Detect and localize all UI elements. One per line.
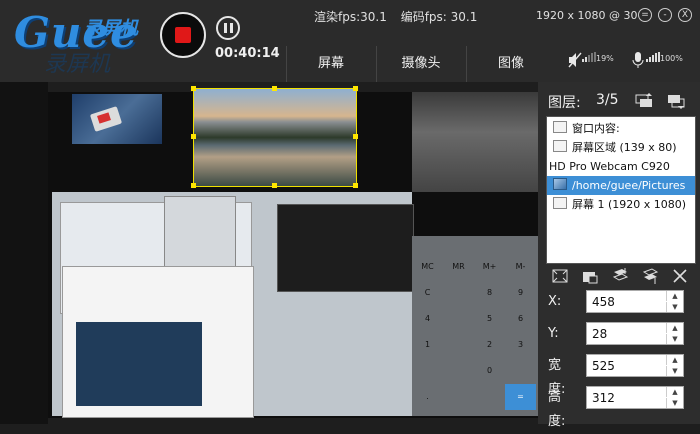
captured-video-thumbnail	[76, 322, 202, 406]
lock-layer-icon[interactable]	[580, 266, 600, 286]
chevron-up-icon[interactable]: ▲	[666, 387, 683, 397]
layer-item[interactable]: HD Pro Webcam C920	[547, 157, 695, 176]
resize-handle[interactable]	[353, 134, 358, 139]
fps-status: 渲染fps:30.1 编码fps: 30.1	[314, 8, 487, 25]
calc-key: M+	[482, 262, 497, 271]
layers-label: 图层:	[548, 95, 581, 111]
bring-to-front-icon[interactable]	[610, 266, 630, 286]
top-bar: Guee 录屏机 录屏机 00:40:14 渲染fps:30.1 编码fps: …	[0, 0, 700, 82]
layer-list[interactable]: 窗口内容: 屏幕区域 (139 x 80) HD Pro Webcam C920…	[546, 116, 696, 264]
layer-panel: 图层: 3/5 窗口内容: 屏幕区域 (139 x 80) HD Pro Web…	[538, 82, 700, 429]
calc-key: 5	[486, 314, 493, 323]
screen-capture-layer[interactable]	[52, 192, 414, 418]
layer-label: /home/guee/Pictures	[572, 179, 686, 192]
layer-move-up-icon[interactable]	[634, 92, 654, 110]
calc-key: 4	[424, 314, 431, 323]
calculator-layer: MC MR M+ M- C 8 9 5 6 4 1 2 3 0 . =	[412, 236, 538, 416]
chevron-up-icon[interactable]: ▲	[666, 291, 683, 301]
calc-key: 0	[486, 366, 493, 375]
window-icon	[553, 121, 567, 133]
fullscreen-icon[interactable]	[550, 266, 570, 286]
layer-item[interactable]: 窗口内容:	[547, 119, 695, 138]
width-input[interactable]	[587, 355, 677, 376]
screen-region-layer[interactable]	[72, 94, 162, 144]
output-resolution: 1920 x 1080 @ 30	[536, 9, 638, 22]
chevron-down-icon[interactable]: ▼	[666, 366, 683, 376]
logo-subtitle: 录屏机	[84, 18, 138, 39]
height-label: 高度:	[548, 390, 566, 429]
height-input[interactable]	[587, 387, 677, 408]
layer-label: HD Pro Webcam C920	[549, 160, 670, 173]
stop-icon	[175, 27, 191, 43]
width-spinbox[interactable]: ▲ ▼	[586, 354, 684, 377]
image-icon	[553, 178, 567, 190]
calc-key: 6	[517, 314, 524, 323]
resize-handle[interactable]	[353, 183, 358, 188]
x-spinbox[interactable]: ▲ ▼	[586, 290, 684, 313]
resize-handle[interactable]	[272, 183, 277, 188]
chevron-up-icon[interactable]: ▲	[666, 355, 683, 365]
recording-timer: 00:40:14	[215, 46, 280, 61]
layer-item[interactable]: 屏幕 1 (1920 x 1080)	[547, 195, 695, 214]
left-margin	[0, 82, 48, 424]
webcam-layer[interactable]	[412, 92, 538, 192]
calc-key: =	[505, 384, 536, 410]
y-input[interactable]	[587, 323, 677, 344]
calc-key: C	[424, 288, 431, 297]
layer-item[interactable]: 屏幕区域 (139 x 80)	[547, 138, 695, 157]
logo-shadow-text: 录屏机	[44, 52, 111, 77]
y-spinbox[interactable]: ▲ ▼	[586, 322, 684, 345]
resize-handle[interactable]	[272, 86, 277, 91]
calc-key: MC	[421, 262, 434, 271]
tab-image[interactable]: 图像	[466, 46, 555, 82]
calc-key: 1	[424, 340, 431, 349]
close-button[interactable]: X	[678, 8, 692, 22]
delete-layer-icon[interactable]	[670, 266, 690, 286]
speaker-level: 19%	[596, 54, 614, 63]
encode-fps: 编码fps: 30.1	[400, 10, 478, 24]
layer-toolbar	[546, 266, 694, 286]
speaker-icon	[568, 52, 582, 68]
layers-count: 3/5	[596, 92, 619, 108]
calc-key: 8	[486, 288, 493, 297]
x-input[interactable]	[587, 291, 677, 312]
tab-camera[interactable]: 摄像头	[376, 46, 465, 82]
height-spinbox[interactable]: ▲ ▼	[586, 386, 684, 409]
chevron-down-icon[interactable]: ▼	[666, 302, 683, 312]
render-fps: 渲染fps:30.1	[314, 10, 387, 24]
calc-key: MR	[452, 262, 465, 271]
resize-handle[interactable]	[191, 134, 196, 139]
pause-button[interactable]	[216, 16, 240, 40]
layer-label: 屏幕区域 (139 x 80)	[572, 141, 677, 154]
app-logo: Guee 录屏机 录屏机	[14, 6, 154, 77]
resize-handle[interactable]	[191, 183, 196, 188]
chevron-down-icon[interactable]: ▼	[666, 398, 683, 408]
layer-label: 窗口内容:	[572, 122, 620, 135]
microphone-level: 100%	[660, 54, 683, 63]
calc-key: 3	[517, 340, 524, 349]
restore-button[interactable]: -	[658, 8, 672, 22]
calc-key: 2	[486, 340, 493, 349]
chevron-up-icon[interactable]: ▲	[666, 323, 683, 333]
microphone-icon	[632, 52, 644, 68]
calc-key: 9	[517, 288, 524, 297]
layer-label: 屏幕 1 (1920 x 1080)	[572, 198, 687, 211]
minimize-button[interactable]: =	[638, 8, 652, 22]
screen-icon	[553, 197, 567, 209]
send-to-back-icon[interactable]	[640, 266, 660, 286]
calc-key: .	[426, 392, 429, 401]
captured-recorder-window	[277, 204, 414, 292]
x-label: X:	[548, 294, 562, 309]
region-icon	[553, 140, 567, 152]
record-stop-button[interactable]	[160, 12, 206, 58]
tab-screen[interactable]: 屏幕	[286, 46, 375, 82]
chevron-down-icon[interactable]: ▼	[666, 334, 683, 344]
layer-item-selected[interactable]: /home/guee/Pictures	[547, 176, 695, 195]
layer-move-down-icon[interactable]	[666, 92, 686, 110]
image-layer-selected[interactable]	[191, 86, 358, 188]
resize-handle[interactable]	[353, 86, 358, 91]
y-label: Y:	[548, 326, 559, 341]
calc-key: M-	[515, 262, 526, 271]
resize-handle[interactable]	[191, 86, 196, 91]
